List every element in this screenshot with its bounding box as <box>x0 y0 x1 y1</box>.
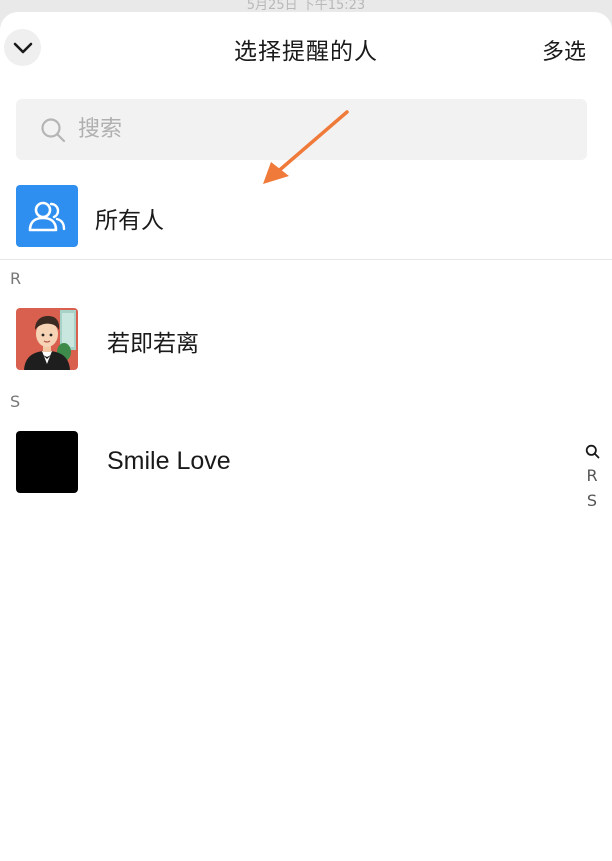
everyone-item[interactable]: 所有人 <box>0 185 612 247</box>
divider <box>0 259 612 260</box>
annotation-arrow-icon <box>263 110 349 184</box>
index-letter-r[interactable]: R <box>586 468 597 484</box>
contact-row[interactable]: 若即若离 <box>0 308 612 370</box>
multi-select-button[interactable]: 多选 <box>542 34 586 66</box>
section-header-s: S <box>10 392 21 411</box>
contact-picker-sheet: 选择提醒的人 多选 所有人 R <box>0 12 612 861</box>
section-header-r: R <box>10 269 22 288</box>
contact-name: Smile Love <box>107 447 231 475</box>
alphabet-index-bar[interactable]: R S <box>582 444 602 509</box>
search-icon <box>41 117 66 142</box>
search-icon[interactable] <box>585 444 600 459</box>
contact-row[interactable]: Smile Love <box>0 431 612 493</box>
page-title: 选择提醒的人 <box>234 39 378 65</box>
cartoon-man-avatar <box>16 308 78 370</box>
contact-name: 若即若离 <box>107 331 199 357</box>
group-icon <box>16 185 78 247</box>
index-letter-s[interactable]: S <box>587 493 597 509</box>
black-avatar <box>16 431 78 493</box>
everyone-label: 所有人 <box>95 208 164 234</box>
